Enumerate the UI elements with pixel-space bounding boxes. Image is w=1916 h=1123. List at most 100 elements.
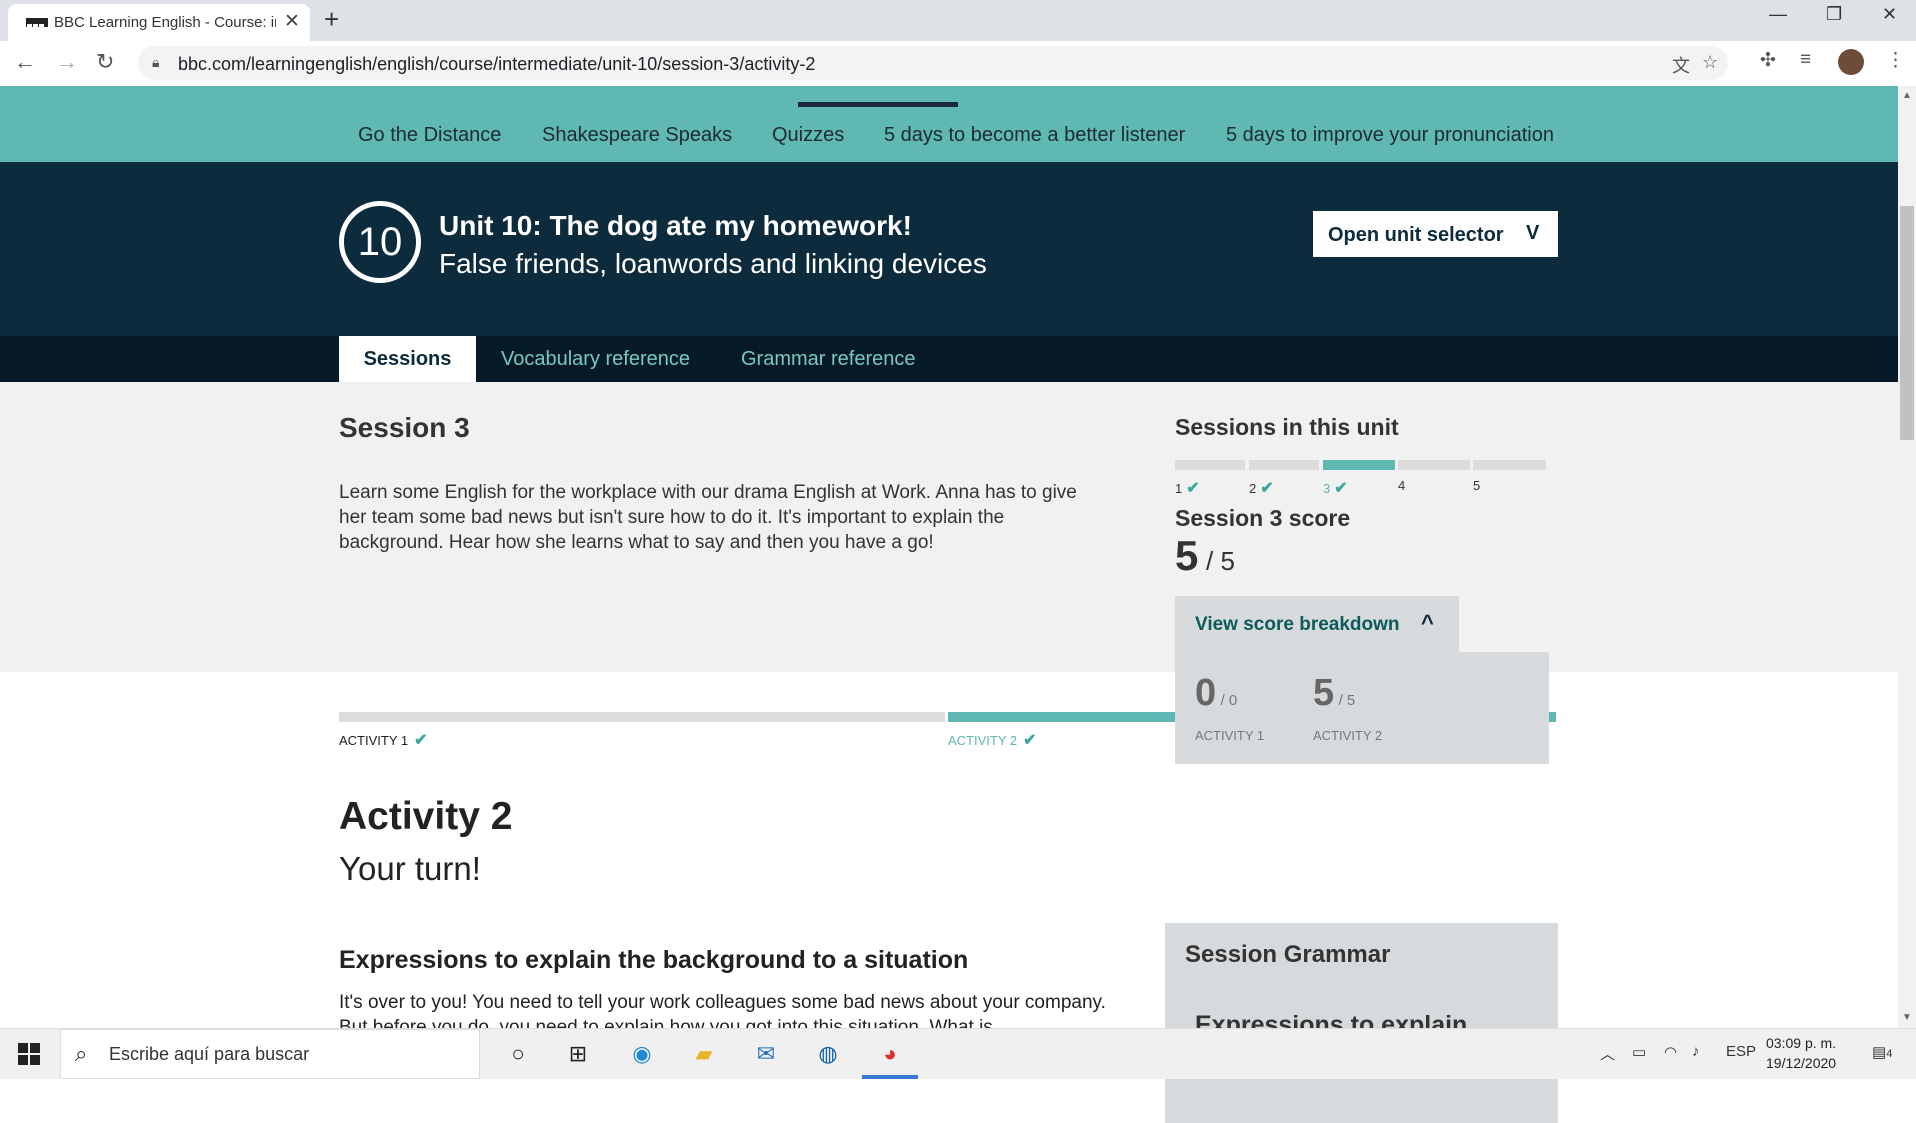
clock-date: 19/12/2020	[1766, 1055, 1837, 1071]
tab-close-icon[interactable]: ✕	[284, 10, 300, 33]
session-segment-1[interactable]	[1175, 460, 1245, 470]
tray-expand-icon[interactable]: ︿	[1600, 1043, 1615, 1064]
activity-label-1[interactable]: ACTIVITY 1 ✔	[339, 730, 428, 750]
notifications-icon[interactable]: ▤4	[1872, 1043, 1892, 1061]
taskbar-search-placeholder: Escribe aquí para buscar	[109, 1044, 310, 1064]
active-app-indicator	[862, 1075, 918, 1079]
battery-icon[interactable]: ▭	[1632, 1043, 1646, 1061]
notification-count: 4	[1886, 1048, 1893, 1060]
activity-title: Activity 2	[339, 795, 513, 838]
media-control-icon[interactable]: ≡	[1800, 49, 1811, 71]
breakdown-total: / 0	[1220, 692, 1238, 709]
nav-link-shakespeare-speaks[interactable]: Shakespeare Speaks	[542, 124, 732, 147]
breakdown-label: ACTIVITY 2	[1313, 728, 1383, 743]
session-label-1: 1 ✔	[1175, 478, 1200, 498]
address-bar[interactable]: 🔒︎ bbc.com/learningenglish/english/cours…	[138, 46, 1728, 80]
score-breakdown-panel: 0 / 0 ACTIVITY 1 5 / 5 ACTIVITY 2	[1175, 652, 1549, 764]
session-label-2: 2 ✔	[1249, 478, 1274, 498]
session-label-3: 3 ✔	[1323, 478, 1348, 498]
breakdown-activity-2: 5 / 5	[1313, 672, 1355, 715]
windows-taskbar: ⌕ Escribe aquí para buscar ○ ⊞ ◉ ▰ ✉ ◍ ◕…	[0, 1028, 1916, 1079]
nav-link-quizzes[interactable]: Quizzes	[772, 124, 844, 147]
page-scrollbar[interactable]: ▲ ▼	[1898, 86, 1916, 1028]
translate-icon[interactable]: 文	[1672, 52, 1690, 78]
menu-icon[interactable]: ⋮	[1886, 49, 1905, 72]
breakdown-score: 5	[1313, 672, 1335, 714]
session-segment-2[interactable]	[1249, 460, 1319, 470]
activity-progress-1[interactable]	[339, 712, 945, 722]
edge-icon[interactable]: ◉	[626, 1039, 658, 1069]
scroll-down-icon[interactable]: ▼	[1902, 1012, 1912, 1023]
session-grammar-box: Session Grammar Expressions to explain	[1165, 923, 1558, 1123]
breakdown-total: / 5	[1338, 692, 1356, 709]
section-tabs: Sessions Vocabulary reference Grammar re…	[0, 336, 1898, 382]
taskbar-clock[interactable]: 03:09 p. m. 19/12/2020	[1766, 1033, 1836, 1073]
lock-icon: 🔒︎	[152, 54, 160, 70]
chrome-icon[interactable]: ◕	[874, 1039, 906, 1069]
session-grammar-title: Session Grammar	[1185, 941, 1391, 968]
session-segment-3[interactable]	[1323, 460, 1395, 470]
session-number: 2	[1249, 481, 1257, 496]
back-icon[interactable]: ←	[14, 49, 36, 75]
scroll-thumb[interactable]	[1900, 206, 1914, 440]
tab-sessions[interactable]: Sessions	[339, 336, 476, 382]
new-tab-button[interactable]: +	[324, 4, 339, 35]
search-icon: ⌕	[75, 1041, 88, 1066]
bbc-favicon-icon	[26, 18, 48, 31]
session-label-4: 4	[1398, 478, 1405, 493]
language-indicator[interactable]: ESP	[1726, 1043, 1756, 1060]
tab-title: BBC Learning English - Course: intermedi…	[54, 14, 276, 31]
restore-button[interactable]: ❐	[1826, 4, 1842, 25]
windows-start-icon[interactable]	[18, 1043, 40, 1065]
reload-icon[interactable]: ↻	[96, 49, 114, 75]
browser-toolbar: ← → ↻ 🔒︎ bbc.com/learningenglish/english…	[0, 41, 1916, 87]
dell-icon[interactable]: ◍	[812, 1039, 844, 1069]
session-score-title: Session 3 score	[1175, 505, 1351, 531]
scroll-up-icon[interactable]: ▲	[1902, 90, 1912, 101]
session-segment-5[interactable]	[1473, 460, 1546, 470]
browser-tabstrip: BBC Learning English - Course: intermedi…	[0, 0, 1916, 41]
volume-icon[interactable]: ♪	[1692, 1043, 1700, 1060]
sessions-in-unit-title: Sessions in this unit	[1175, 414, 1399, 440]
unit-selector-label: Open unit selector	[1328, 224, 1504, 246]
cortana-icon[interactable]: ○	[502, 1039, 534, 1069]
session-segment-4[interactable]	[1398, 460, 1470, 470]
activity-label-text: ACTIVITY 1	[339, 733, 409, 748]
nav-link-go-the-distance[interactable]: Go the Distance	[358, 124, 501, 147]
check-icon: ✔	[1334, 480, 1348, 497]
forward-icon[interactable]: →	[56, 49, 78, 75]
nav-link-pronunciation[interactable]: 5 days to improve your pronunciation	[1226, 124, 1554, 147]
chevron-up-icon: ^	[1421, 610, 1434, 635]
activity-subtitle: Your turn!	[339, 850, 481, 887]
file-explorer-icon[interactable]: ▰	[688, 1039, 720, 1069]
profile-avatar[interactable]	[1838, 49, 1864, 75]
open-unit-selector-button[interactable]: Open unit selector V	[1313, 211, 1558, 257]
url-text[interactable]: bbc.com/learningenglish/english/course/i…	[178, 54, 815, 75]
breakdown-label: ACTIVITY 1	[1195, 728, 1265, 743]
check-icon: ✔	[1023, 732, 1037, 749]
taskbar-search[interactable]: ⌕ Escribe aquí para buscar	[60, 1029, 480, 1079]
unit-title: Unit 10: The dog ate my homework!	[439, 210, 912, 241]
tab-grammar-reference[interactable]: Grammar reference	[741, 336, 916, 382]
tab-vocabulary-reference[interactable]: Vocabulary reference	[501, 336, 690, 382]
breakdown-score: 0	[1195, 672, 1217, 714]
unit-number-badge: 10	[339, 201, 421, 283]
bookmark-star-icon[interactable]: ☆	[1702, 52, 1718, 73]
session-label-5: 5	[1473, 478, 1480, 493]
mail-icon[interactable]: ✉	[750, 1039, 782, 1069]
activity-label-2[interactable]: ACTIVITY 2 ✔	[948, 730, 1037, 750]
browser-tab[interactable]: BBC Learning English - Course: intermedi…	[8, 4, 310, 41]
session-number: 1	[1175, 481, 1183, 496]
wifi-icon[interactable]: ◠	[1664, 1043, 1677, 1061]
check-icon: ✔	[1186, 480, 1200, 497]
minimize-button[interactable]: —	[1769, 4, 1787, 25]
nav-link-better-listener[interactable]: 5 days to become a better listener	[884, 124, 1185, 147]
unit-subtitle: False friends, loanwords and linking dev…	[439, 248, 987, 279]
nav-active-underline	[798, 102, 958, 107]
session-number: 4	[1398, 478, 1406, 493]
close-window-button[interactable]: ✕	[1882, 4, 1897, 25]
view-score-breakdown-button[interactable]: View score breakdown ^	[1175, 596, 1459, 654]
session-score-value: 5	[1175, 532, 1199, 579]
extensions-icon[interactable]: ✣	[1760, 49, 1776, 72]
task-view-icon[interactable]: ⊞	[562, 1039, 594, 1069]
